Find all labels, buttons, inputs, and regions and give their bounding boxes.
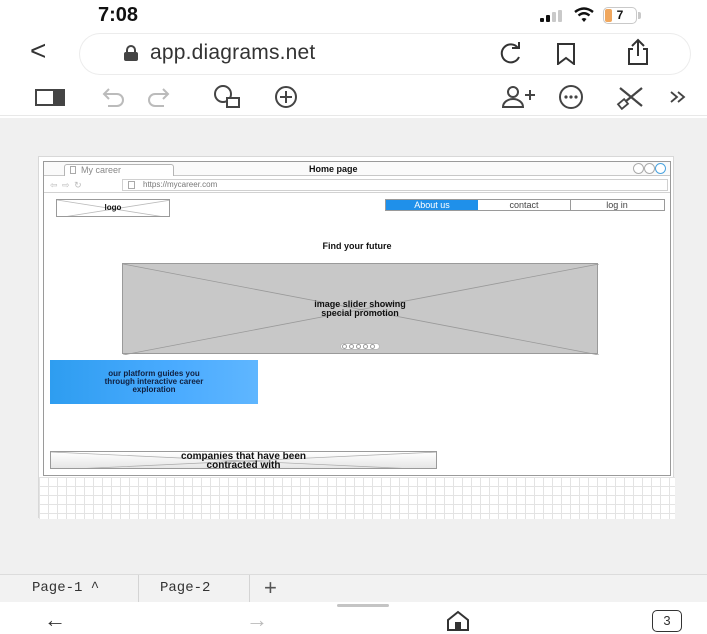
- page-tab-divider: [249, 575, 250, 603]
- page-tab-divider: [138, 575, 139, 603]
- wireframe-address-bar: ⇦ ⇨ ↻ https://mycareer.com: [44, 177, 670, 193]
- share-icon[interactable]: [626, 38, 650, 66]
- url-text: app.diagrams.net: [150, 41, 316, 64]
- add-icon[interactable]: [272, 84, 300, 110]
- logo-label: logo: [104, 203, 122, 212]
- wireframe-tab-label: My career: [81, 165, 122, 175]
- page-tabs-bar: Page-1 ^ Page-2 +: [0, 574, 707, 603]
- tools-icon[interactable]: [616, 84, 646, 110]
- headline-text: Find your future: [322, 241, 392, 251]
- home-indicator: [337, 604, 389, 607]
- format-panel-icon[interactable]: [34, 84, 66, 110]
- page-tab-2[interactable]: Page-2: [160, 580, 210, 596]
- diagram-page: My career Home page ⇦ ⇨ ↻ https://mycare…: [38, 156, 675, 519]
- slider-caption: image slider showing special promotion: [123, 300, 597, 318]
- promo-callout[interactable]: our platform guides you through interact…: [50, 360, 258, 404]
- slider-caption-line2: special promotion: [321, 308, 399, 318]
- battery-cap: [638, 12, 641, 19]
- wireframe-titlebar: My career Home page: [44, 162, 670, 176]
- canvas-grid: [39, 477, 675, 519]
- page-icon: [128, 181, 135, 189]
- nav-tab-log-in[interactable]: log in: [571, 200, 663, 210]
- forward-arrow-icon[interactable]: →: [246, 609, 268, 631]
- nav-tab-contact[interactable]: contact: [478, 200, 570, 210]
- wireframe-tab[interactable]: My career: [64, 164, 174, 176]
- page-icon: [70, 166, 76, 174]
- slider-pagination-dots[interactable]: [340, 343, 380, 350]
- bookmark-icon[interactable]: [556, 43, 576, 65]
- status-bar: 7:08 7: [0, 0, 707, 30]
- redo-icon[interactable]: [144, 84, 172, 110]
- wireframe-window-title: Home page: [309, 164, 358, 174]
- undo-icon[interactable]: [100, 84, 128, 110]
- url-field[interactable]: app.diagrams.net: [80, 34, 690, 74]
- wifi-icon: [574, 7, 594, 22]
- wireframe-nav-arrows-icon: ⇦ ⇨ ↻: [50, 180, 83, 190]
- drawio-toolbar: [0, 78, 707, 116]
- promo-text: our platform guides you through interact…: [54, 370, 254, 394]
- diagram-canvas[interactable]: My career Home page ⇦ ⇨ ↻ https://mycare…: [0, 118, 707, 578]
- promo-line3: exploration: [132, 385, 176, 394]
- nav-tab-about-us[interactable]: About us: [386, 200, 478, 210]
- browser-back-button[interactable]: <: [30, 32, 62, 72]
- share-user-icon[interactable]: [500, 84, 540, 110]
- browser-bottom-nav: ← → 3: [0, 602, 707, 634]
- wireframe-browser-window[interactable]: My career Home page ⇦ ⇨ ↻ https://mycare…: [43, 161, 671, 476]
- image-slider-placeholder[interactable]: image slider showing special promotion: [122, 263, 599, 355]
- more-icon[interactable]: [556, 84, 586, 110]
- wireframe-nav-tabs: About us contact log in: [385, 199, 665, 211]
- browser-address-bar: < app.diagrams.net: [0, 32, 707, 74]
- battery-level: 7: [616, 8, 624, 22]
- signal-icon: [540, 10, 564, 22]
- window-controls-icon: [620, 163, 670, 175]
- companies-text: companies that have been contracted with: [51, 452, 436, 469]
- wireframe-url-text: https://mycareer.com: [143, 180, 218, 189]
- back-arrow-icon[interactable]: ←: [44, 609, 66, 631]
- battery-icon: 7: [603, 7, 637, 24]
- companies-placeholder[interactable]: companies that have been contracted with: [50, 451, 437, 469]
- logo-placeholder[interactable]: logo: [56, 199, 170, 217]
- companies-line2: contracted with: [206, 460, 281, 469]
- wireframe-url-field[interactable]: https://mycareer.com: [122, 179, 668, 191]
- expand-icon[interactable]: [668, 84, 688, 110]
- page-tab-1[interactable]: Page-1 ^: [32, 580, 99, 596]
- home-icon[interactable]: [446, 610, 470, 632]
- reload-icon[interactable]: [498, 40, 524, 66]
- shapes-icon[interactable]: [212, 84, 244, 110]
- add-page-button[interactable]: +: [264, 576, 277, 600]
- lock-icon: [124, 45, 138, 61]
- status-time: 7:08: [98, 4, 139, 26]
- tabs-count-button[interactable]: 3: [652, 610, 682, 632]
